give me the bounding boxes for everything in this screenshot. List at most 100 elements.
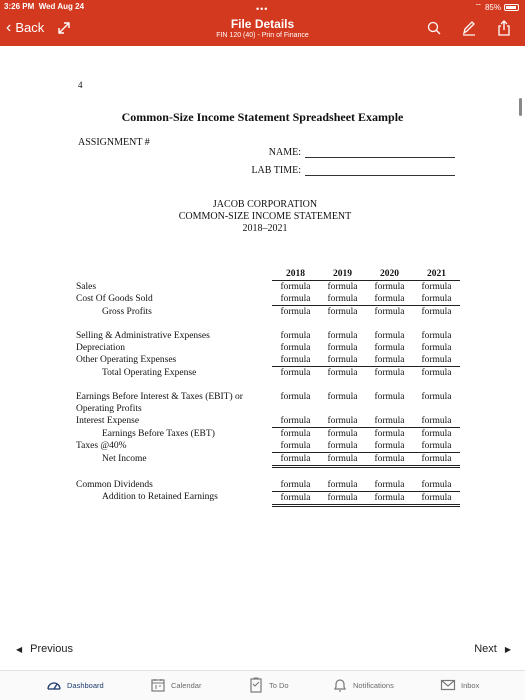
lab-time-label: LAB TIME:	[251, 165, 301, 176]
pencil-icon[interactable]	[461, 19, 477, 37]
page-number: 4	[78, 80, 83, 90]
status-day: Wed Aug 24	[38, 2, 85, 11]
year-header-row: 2018 2019 2020 2021	[76, 268, 460, 281]
more-dots-icon[interactable]: •••	[256, 4, 268, 14]
formula-cell: formula	[319, 452, 366, 468]
formula-cell: formula	[327, 392, 358, 402]
table-row: Total Operating Expense formula formula …	[76, 367, 460, 380]
tab-notifications[interactable]: Notifications	[332, 677, 394, 693]
row-label: Gross Profits	[102, 306, 152, 317]
chevron-left-icon: ‹	[6, 18, 12, 36]
battery-label: 85%	[484, 2, 501, 12]
table-row: Earnings Before Interest & Taxes (EBIT) …	[76, 391, 460, 415]
statement-name: COMMON-SIZE INCOME STATEMENT	[178, 211, 352, 222]
tab-bar: Dashboard Calendar To Do Notifications I…	[0, 670, 525, 700]
formula-cell: formula	[272, 452, 319, 468]
next-button[interactable]: Next ▶	[474, 643, 511, 655]
page-subtitle: FIN 120 (40) - Prin of Finance	[216, 32, 309, 39]
formula-cell: formula	[366, 354, 413, 367]
calendar-icon	[151, 679, 165, 692]
row-label: Total Operating Expense	[102, 367, 197, 378]
formula-cell: formula	[327, 331, 358, 341]
row-label: Depreciation	[76, 343, 126, 353]
tab-dashboard[interactable]: Dashboard	[46, 677, 104, 693]
formula-cell: formula	[272, 293, 319, 306]
table-row: Selling & Administrative Expenses formul…	[76, 330, 460, 342]
row-label: Earnings Before Taxes (EBT)	[102, 428, 215, 439]
tab-label: Calendar	[171, 680, 202, 690]
search-icon[interactable]	[426, 19, 442, 37]
formula-cell: formula	[374, 429, 405, 439]
todo-icon	[250, 677, 262, 693]
previous-button[interactable]: ◀ Previous	[16, 643, 73, 655]
year-header: 2018	[272, 268, 319, 281]
year-header: 2020	[366, 268, 413, 281]
table-row: Common Dividends formula formula formula…	[76, 478, 460, 492]
table-row: Net Income formula formula formula formu…	[76, 452, 460, 468]
tab-label: Inbox	[461, 680, 480, 690]
tab-calendar[interactable]: Calendar	[150, 677, 201, 693]
table-row: Cost Of Goods Sold formula formula formu…	[76, 293, 460, 306]
lab-time-line	[305, 164, 455, 176]
row-label: Earnings Before Interest & Taxes (EBIT) …	[76, 392, 243, 402]
formula-cell: formula	[421, 429, 452, 439]
name-row: NAME:	[241, 146, 455, 158]
table-row: Depreciation formula formula formula for…	[76, 342, 460, 354]
formula-cell: formula	[280, 429, 311, 439]
tab-label: Notifications	[353, 680, 394, 690]
wifi-icon: ⌔	[474, 2, 482, 11]
formula-cell: formula	[280, 331, 311, 341]
back-button[interactable]: ‹ Back	[6, 18, 44, 36]
tab-todo[interactable]: To Do	[248, 677, 289, 693]
share-icon[interactable]	[496, 19, 512, 37]
table-row: Gross Profits formula formula formula fo…	[76, 306, 460, 319]
battery-icon	[504, 3, 519, 11]
formula-cell: formula	[421, 331, 452, 341]
formula-cell: formula	[272, 354, 319, 367]
formula-cell: formula	[327, 368, 358, 378]
formula-cell: formula	[374, 392, 405, 402]
formula-cell: formula	[374, 307, 405, 317]
header-title-block: File Details FIN 120 (40) - Prin of Fina…	[150, 17, 375, 39]
formula-cell: formula	[413, 293, 460, 306]
row-label: Selling & Administrative Expenses	[76, 331, 210, 341]
formula-cell: formula	[413, 491, 460, 507]
formula-cell: formula	[421, 307, 452, 317]
assignment-label: ASSIGNMENT #	[78, 137, 150, 148]
previous-label: Previous	[30, 643, 73, 655]
statement-period: 2018–2021	[242, 223, 288, 234]
dashboard-icon	[47, 682, 61, 690]
formula-cell: formula	[421, 368, 452, 378]
formula-cell: formula	[374, 331, 405, 341]
formula-cell: formula	[366, 478, 413, 492]
table-row: Other Operating Expenses formula formula…	[76, 354, 460, 367]
formula-cell: formula	[319, 491, 366, 507]
formula-cell: formula	[280, 343, 311, 353]
formula-cell: formula	[327, 343, 358, 353]
income-statement-table: 2018 2019 2020 2021 Sales formula formul…	[76, 268, 460, 507]
formula-cell: formula	[280, 368, 311, 378]
name-label: NAME:	[268, 147, 301, 158]
formula-cell: formula	[413, 440, 460, 453]
formula-cell: formula	[327, 307, 358, 317]
tab-inbox[interactable]: Inbox	[440, 677, 479, 693]
formula-cell: formula	[272, 440, 319, 453]
formula-cell: formula	[327, 282, 358, 292]
expand-icon[interactable]	[56, 20, 72, 36]
year-header: 2019	[319, 268, 366, 281]
table-row: Interest Expense formula formula formula…	[76, 415, 460, 428]
formula-cell: formula	[413, 354, 460, 367]
formula-cell: formula	[366, 440, 413, 453]
formula-cell: formula	[319, 415, 366, 428]
row-label: Other Operating Expenses	[76, 355, 177, 365]
formula-cell: formula	[280, 307, 311, 317]
inbox-icon	[440, 679, 456, 691]
formula-cell: formula	[366, 452, 413, 468]
row-label: Common Dividends	[76, 479, 153, 490]
formula-cell: formula	[413, 478, 460, 492]
document-viewer[interactable]: 4 Common-Size Income Statement Spreadshe…	[0, 46, 525, 634]
page-title: File Details	[230, 17, 295, 31]
document-title: Common-Size Income Statement Spreadsheet…	[121, 110, 404, 124]
row-label: Net Income	[102, 453, 147, 464]
tab-label: To Do	[269, 680, 289, 690]
